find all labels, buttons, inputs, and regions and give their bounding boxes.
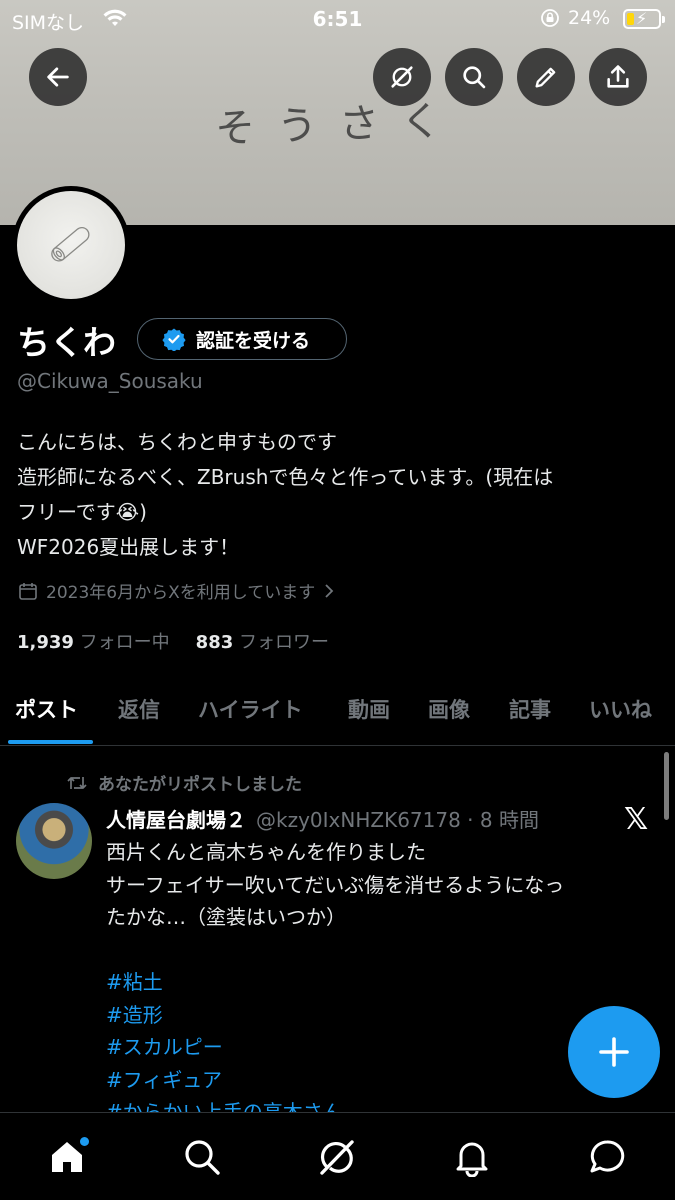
messages-icon — [590, 1140, 625, 1173]
chevron-right-icon — [325, 583, 334, 598]
search-icon — [463, 66, 486, 89]
nav-notifications[interactable] — [450, 1135, 494, 1179]
joined-date-row[interactable]: 2023年6月からXを利用しています — [18, 578, 335, 603]
nav-messages[interactable] — [585, 1135, 629, 1179]
repost-indicator: あなたがリポストしました — [66, 770, 302, 795]
grok-icon — [391, 66, 413, 88]
display-name: ちくわ — [17, 323, 116, 362]
pencil-icon — [535, 67, 556, 88]
hashtag-link[interactable]: #粘土 — [106, 966, 656, 999]
arrow-left-icon — [47, 67, 69, 87]
post-author-meta: @kzy0IxNHZK67178 · 8 時間 — [256, 808, 539, 832]
profile-avatar[interactable] — [12, 186, 130, 304]
scrollbar[interactable] — [664, 752, 669, 820]
active-tab-indicator — [8, 740, 93, 744]
followers-link[interactable]: 883 フォロワー — [196, 628, 329, 654]
bottom-navigation — [0, 1112, 675, 1200]
user-handle: @Cikuwa_Sousaku — [17, 369, 203, 393]
rotation-lock-icon — [540, 8, 560, 33]
followers-count: 883 — [195, 632, 234, 653]
post-author-name[interactable]: 人情屋台劇場２ — [106, 804, 246, 833]
search-button[interactable] — [445, 48, 503, 106]
battery-icon: ⚡ — [623, 9, 665, 29]
post-text-line: たかな…（塗装はいつか） — [106, 905, 346, 929]
joined-date: 2023年6月からXを利用しています — [46, 583, 316, 603]
avatar-image — [17, 191, 125, 299]
nav-grok[interactable] — [315, 1135, 359, 1179]
get-verified-label: 認証を受ける — [196, 329, 311, 352]
battery-fill — [627, 13, 635, 25]
post-text-line: サーフェイサー吹いてだいぶ傷を消せるようになっ — [106, 872, 565, 897]
edit-button[interactable] — [517, 48, 575, 106]
tab-replies[interactable]: 返信 — [118, 694, 160, 724]
share-icon — [607, 65, 629, 88]
search-icon — [185, 1140, 220, 1175]
followers-label: フォロワー — [238, 632, 329, 653]
notifications-icon — [456, 1142, 488, 1177]
bio-line: 造形師になるべく、ZBrushで色々と作っています。(現在は — [17, 465, 554, 489]
tab-videos[interactable]: 動画 — [348, 694, 390, 724]
profile-bio: こんにちは、ちくわと申すものです 造形師になるべく、ZBrushで色々と作ってい… — [17, 425, 662, 565]
post-header: 人情屋台劇場２ @kzy0IxNHZK67178 · 8 時間 — [106, 804, 539, 833]
banner-handwritten-text: そうさく — [214, 97, 464, 153]
post-author-avatar[interactable] — [16, 803, 92, 879]
calendar-icon — [19, 582, 37, 600]
share-button[interactable] — [589, 48, 647, 106]
grok-icon — [320, 1140, 354, 1175]
tab-posts[interactable]: ポスト — [15, 694, 78, 724]
following-count: 1,939 — [17, 632, 74, 653]
back-button[interactable] — [29, 48, 87, 106]
bio-line: WF2026夏出展します！ — [17, 535, 240, 559]
grok-button[interactable] — [373, 48, 431, 106]
follow-stats: 1,939 フォロー中 883 フォロワー — [17, 628, 329, 654]
following-link[interactable]: 1,939 フォロー中 — [17, 628, 170, 654]
battery-percent: 24% — [568, 7, 611, 29]
nav-search[interactable] — [180, 1135, 224, 1179]
tab-images[interactable]: 画像 — [428, 694, 470, 724]
plus-icon — [599, 1037, 629, 1067]
nav-home[interactable] — [45, 1135, 89, 1179]
compose-post-button[interactable] — [568, 1006, 660, 1098]
tab-likes[interactable]: いいね — [589, 694, 652, 724]
bio-line: こんにちは、ちくわと申すものです — [17, 430, 337, 454]
home-notification-dot — [80, 1137, 89, 1146]
repost-label: あなたがリポストしました — [98, 775, 302, 795]
following-label: フォロー中 — [79, 632, 170, 653]
repost-icon — [67, 776, 87, 789]
status-bar: SIMなし 6:51 24% ⚡ — [0, 0, 675, 40]
hashtag-link[interactable]: #造形 — [106, 999, 656, 1032]
post-body[interactable]: 西片くんと高木ちゃんを作りました サーフェイサー吹いてだいぶ傷を消せるようになっ… — [106, 836, 656, 1129]
verified-badge-icon — [162, 328, 186, 351]
tab-highlights[interactable]: ハイライト — [198, 694, 303, 724]
x-logo-icon[interactable]: 𝕏 — [624, 802, 648, 837]
get-verified-button[interactable]: 認証を受ける — [137, 318, 347, 360]
profile-tabs: ポスト 返信 ハイライト 動画 画像 記事 いいね — [0, 676, 675, 746]
charging-bolt-icon: ⚡ — [636, 9, 648, 28]
post-text-line: 西片くんと高木ちゃんを作りました — [106, 840, 426, 864]
tab-articles[interactable]: 記事 — [509, 694, 551, 724]
bio-line: フリーです😭) — [17, 500, 147, 524]
